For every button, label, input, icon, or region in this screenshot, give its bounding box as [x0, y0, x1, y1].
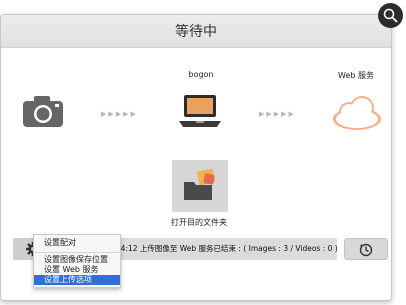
web-service-label: Web 服务 — [338, 71, 374, 80]
schedule-button[interactable] — [344, 238, 388, 260]
menu-item-upload-options[interactable]: 设置上传选项 — [34, 275, 120, 285]
open-folder-button[interactable] — [172, 160, 228, 212]
folder-icon — [182, 168, 218, 204]
menu-item-pairing[interactable]: 设置配对 — [34, 238, 120, 248]
computer-label: bogon — [188, 70, 214, 79]
laptop-icon — [179, 93, 221, 131]
titlebar: 等待中 — [1, 15, 391, 48]
window-title: 等待中 — [175, 24, 217, 40]
menu-item-web-service[interactable]: 设置 Web 服务 — [34, 265, 120, 275]
camera-icon — [21, 93, 65, 129]
arrows-computer-to-web: ▶▶▶▶▶ — [259, 110, 296, 118]
menu-item-save-location[interactable]: 设置图像保存位置 — [34, 255, 120, 265]
menu-separator — [34, 252, 120, 253]
settings-menu: 设置配对 设置图像保存位置 设置 Web 服务 设置上传选项 — [33, 234, 121, 288]
arrows-camera-to-computer: ▶▶▶▶▶ — [101, 110, 138, 118]
cloud-icon — [331, 95, 383, 131]
zoom-button[interactable] — [378, 3, 403, 28]
clock-icon — [359, 242, 373, 257]
search-icon — [383, 8, 398, 23]
open-folder-label: 打开目的文件夹 — [171, 218, 227, 227]
